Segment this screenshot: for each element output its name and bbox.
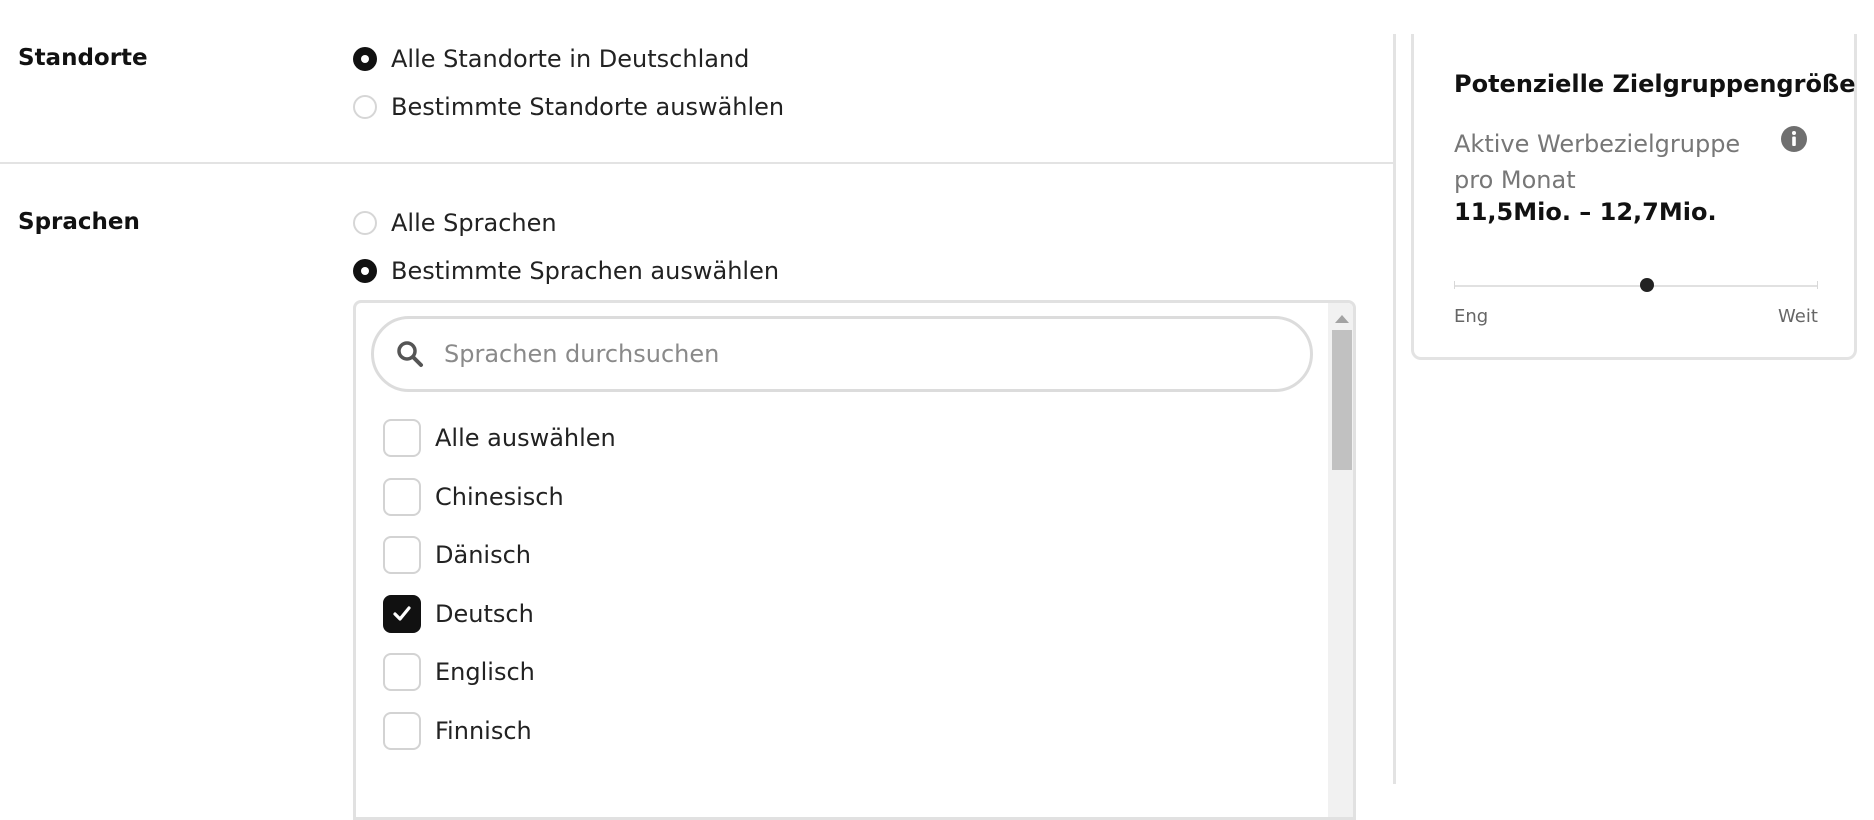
language-option[interactable]: Englisch [383, 653, 535, 691]
option-label: Chinesisch [435, 483, 564, 511]
checkmark-icon [393, 606, 411, 621]
language-picker: Alle auswählen Chinesisch Dänisch Deutsc… [353, 300, 1356, 820]
option-label: Deutsch [435, 600, 534, 628]
language-option[interactable]: Deutsch [383, 595, 534, 633]
audience-size-card: Potenzielle Zielgruppengröße Aktive Werb… [1411, 34, 1857, 360]
audience-slider-track [1454, 285, 1818, 287]
radio-label: Bestimmte Sprachen auswählen [391, 257, 780, 285]
scrollbar[interactable] [1328, 303, 1353, 817]
search-input[interactable] [442, 339, 1246, 369]
checkbox-checked[interactable] [383, 595, 421, 633]
radio-button-selected[interactable] [353, 259, 377, 283]
radio-button[interactable] [353, 95, 377, 119]
scroll-thumb[interactable] [1332, 330, 1352, 470]
checkbox[interactable] [383, 419, 421, 457]
scroll-up-arrow-icon[interactable] [1335, 315, 1349, 323]
column-divider [1393, 34, 1396, 784]
slider-min-label: Eng [1454, 306, 1489, 327]
info-icon[interactable] [1780, 125, 1808, 153]
radio-button[interactable] [353, 211, 377, 235]
option-label: Finnisch [435, 717, 532, 745]
language-search[interactable] [371, 316, 1313, 392]
audience-slider-thumb [1639, 278, 1654, 292]
checkbox[interactable] [383, 478, 421, 516]
card-title: Potenzielle Zielgruppengröße [1454, 70, 1856, 98]
checkbox[interactable] [383, 536, 421, 574]
slider-tick [1454, 281, 1455, 289]
option-label: Dänisch [435, 541, 531, 569]
slider-tick [1817, 281, 1818, 289]
section-divider [0, 162, 1395, 164]
radio-label: Bestimmte Standorte auswählen [391, 93, 785, 121]
audience-range: 11,5Mio. – 12,7Mio. [1454, 198, 1717, 226]
radio-button-selected[interactable] [353, 47, 377, 71]
search-icon [397, 341, 423, 367]
radio-specific-locations[interactable]: Bestimmte Standorte auswählen [353, 93, 784, 121]
option-label: Alle auswählen [435, 424, 616, 452]
radio-all-locations[interactable]: Alle Standorte in Deutschland [353, 45, 749, 73]
language-option[interactable]: Chinesisch [383, 478, 564, 516]
locations-label: Standorte [18, 45, 148, 71]
radio-specific-languages[interactable]: Bestimmte Sprachen auswählen [353, 257, 779, 285]
language-option[interactable]: Alle auswählen [383, 419, 616, 457]
slider-max-label: Weit [1778, 306, 1818, 327]
card-subtitle: Aktive Werbezielgruppe pro Monat [1454, 130, 1741, 194]
radio-label: Alle Sprachen [391, 209, 557, 237]
option-label: Englisch [435, 658, 535, 686]
checkbox[interactable] [383, 653, 421, 691]
language-option[interactable]: Dänisch [383, 536, 531, 574]
language-option[interactable]: Finnisch [383, 712, 532, 750]
radio-label: Alle Standorte in Deutschland [391, 45, 750, 73]
radio-all-languages[interactable]: Alle Sprachen [353, 209, 557, 237]
languages-label: Sprachen [18, 209, 140, 235]
checkbox[interactable] [383, 712, 421, 750]
